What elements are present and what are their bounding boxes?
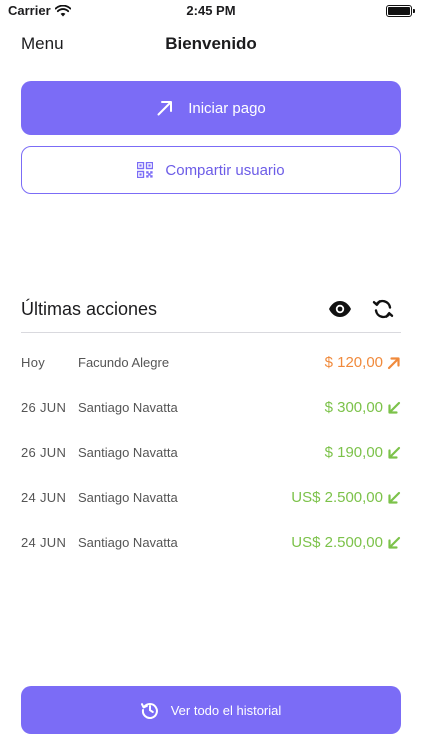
- start-payment-button[interactable]: Iniciar pago: [21, 81, 401, 135]
- transaction-name: Santiago Navatta: [78, 535, 178, 550]
- transaction-amount: US$ 2.500,00: [291, 489, 383, 506]
- status-time: 2:45 PM: [186, 3, 236, 18]
- transaction-name: Santiago Navatta: [78, 445, 178, 460]
- transaction-row[interactable]: 26 JUN Santiago Navatta $ 190,00: [21, 430, 401, 475]
- refresh-icon[interactable]: [371, 297, 395, 321]
- transaction-amount: $ 300,00: [324, 399, 383, 416]
- status-bar: Carrier 2:45 PM: [0, 0, 422, 22]
- transaction-date: 26 JUN: [21, 400, 67, 415]
- transaction-date: 26 JUN: [21, 445, 67, 460]
- share-user-button[interactable]: Compartir usuario: [21, 146, 401, 194]
- qr-code-icon: [137, 162, 154, 178]
- battery-icon: [386, 5, 415, 17]
- arrow-up-right-icon: [387, 356, 400, 369]
- arrow-down-left-icon: [388, 401, 401, 414]
- transaction-row[interactable]: 24 JUN Santiago Navatta US$ 2.500,00: [21, 475, 401, 520]
- arrow-down-left-icon: [388, 536, 401, 549]
- arrow-down-left-icon: [388, 446, 401, 459]
- transaction-date: Hoy: [21, 355, 46, 370]
- history-icon: [140, 703, 158, 719]
- transaction-name: Santiago Navatta: [78, 490, 178, 505]
- view-history-button[interactable]: Ver todo el historial: [21, 686, 401, 734]
- transaction-row[interactable]: 26 JUN Santiago Navatta $ 300,00: [21, 385, 401, 430]
- transaction-date: 24 JUN: [21, 535, 67, 550]
- share-user-label: Compartir usuario: [165, 161, 285, 179]
- nav-bar: Menu Bienvenido: [0, 30, 422, 58]
- transaction-amount: $ 120,00: [324, 354, 383, 371]
- transaction-row[interactable]: 24 JUN Santiago Navatta US$ 2.500,00: [21, 520, 401, 565]
- arrow-up-right-icon: [157, 101, 173, 116]
- transaction-name: Santiago Navatta: [78, 400, 178, 415]
- recent-actions-header: Últimas acciones: [21, 293, 401, 333]
- start-payment-label: Iniciar pago: [188, 99, 266, 117]
- transaction-name: Facundo Alegre: [78, 355, 170, 370]
- transaction-row[interactable]: Hoy Facundo Alegre $ 120,00: [21, 340, 401, 385]
- arrow-down-left-icon: [388, 491, 401, 504]
- transaction-amount: US$ 2.500,00: [291, 534, 383, 551]
- eye-icon[interactable]: [328, 299, 352, 319]
- transaction-amount: $ 190,00: [324, 444, 383, 461]
- page-title: Bienvenido: [165, 34, 257, 53]
- transaction-list: Hoy Facundo Alegre $ 120,00 26 JUN Santi…: [21, 340, 401, 565]
- recent-actions-title: Últimas acciones: [21, 299, 158, 319]
- transaction-date: 24 JUN: [21, 490, 67, 505]
- view-history-label: Ver todo el historial: [170, 702, 282, 718]
